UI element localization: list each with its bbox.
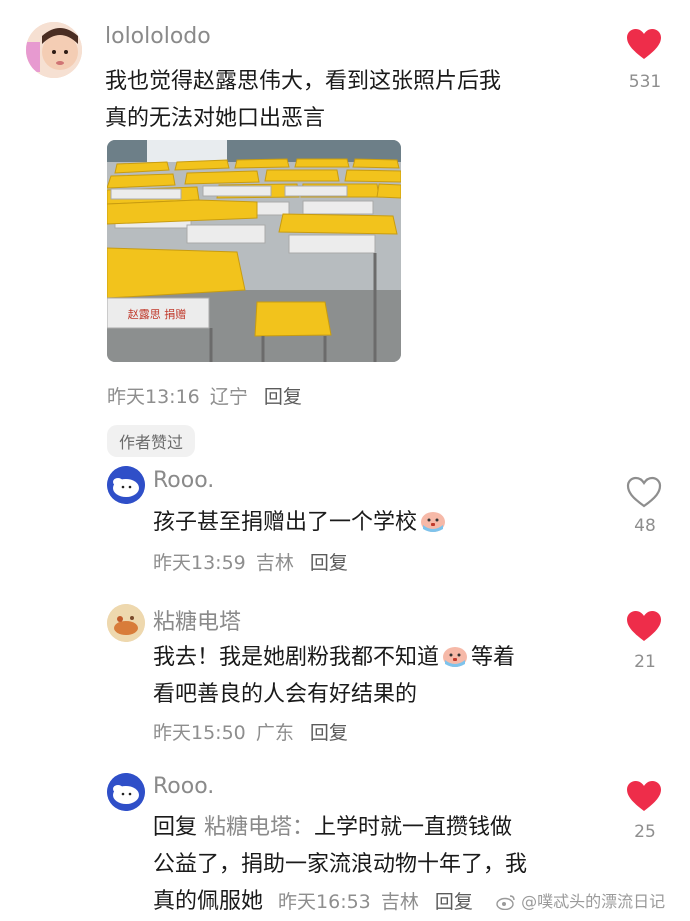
avatar[interactable] [107,466,145,504]
watermark-text: @噗忒头的漂流日记 [521,892,666,911]
comment-text-line: 真的无法对她口出恶言 [105,106,326,131]
reply-time: 昨天13:59 [153,552,246,574]
weibo-watermark: @噗忒头的漂流日记 [496,888,665,914]
cartoon-dog-avatar-image [107,773,145,811]
comment-location: 辽宁 [209,386,248,408]
reply-text-line: 看吧善良的人会有好结果的 [153,682,418,707]
reply-username[interactable]: 粘糖电塔 [153,604,241,636]
reply-text: 孩子甚至捐赠出了一个学校 [153,504,449,541]
crying-face-emoji-icon [441,643,469,667]
reply-text-line: 等着 [471,645,516,670]
heart-outline-icon [626,476,662,508]
reply-location: 吉林 [380,891,419,913]
desk-donation-label: 赵露思 捐赠 [128,307,187,321]
comment-photo[interactable]: 赵露思 捐赠 [107,140,401,362]
reply-button[interactable]: 回复 [264,386,302,408]
avatar[interactable] [107,773,145,811]
reply-time: 昨天16:53 [278,891,371,913]
comment-text: 我也觉得赵露思伟大，看到这张照片后我 真的无法对她口出恶言 [105,63,585,137]
like-count: 25 [634,822,656,842]
reply-button[interactable]: 回复 [310,552,348,574]
comment-text-line: 我也觉得赵露思伟大，看到这张照片后我 [105,69,502,94]
crying-face-emoji-icon [419,508,447,532]
reply-button[interactable]: 回复 [435,891,473,913]
reply-prefix: 回复 [153,815,198,840]
reply-location: 吉林 [255,552,294,574]
comment-time: 昨天13:16 [107,386,200,408]
like-count: 531 [628,72,662,92]
like-count: 48 [634,516,656,536]
reply-text-line: 公益了，捐助一家流浪动物十年了，我 [153,852,528,877]
reply-text-content: 孩子甚至捐赠出了一个学校 [153,510,418,535]
child-avatar-image [26,22,82,78]
drawing-avatar-image [107,604,145,642]
avatar[interactable] [107,604,145,642]
reply-username[interactable]: Rooo. [153,774,214,799]
reply-text-line: 上学时就一直攒钱做 [314,815,513,840]
reply-to-username[interactable]: 粘糖电塔： [204,815,314,840]
weibo-logo-icon [496,894,516,914]
like-count: 21 [634,652,656,672]
author-liked-badge: 作者赞过 [107,425,196,457]
comment-meta: 昨天13:16 辽宁 回复 [107,382,302,409]
reply-time: 昨天15:50 [153,722,246,744]
avatar[interactable] [26,22,82,78]
reply-text: 我去！我是她剧粉我都不知道 等着 看吧善良的人会有好结果的 [153,639,593,713]
reply-meta: 昨天13:59 吉林 回复 [153,548,348,575]
reply-meta: 昨天16:53 吉林 回复 [278,891,473,913]
like-button[interactable] [626,610,664,646]
reply-text-line: 我去！我是她剧粉我都不知道 [153,645,440,670]
cartoon-dog-avatar-image [107,466,145,504]
reply-username[interactable]: Rooo. [153,468,214,493]
heart-filled-icon [627,29,661,59]
like-button[interactable] [626,28,664,64]
like-button[interactable] [626,476,664,512]
reply-location: 广东 [255,722,294,744]
reply-button[interactable]: 回复 [310,722,348,744]
classroom-desks-image: 赵露思 捐赠 [107,140,401,362]
reply-meta: 昨天15:50 广东 回复 [153,718,348,745]
like-button[interactable] [626,780,664,816]
heart-filled-icon [627,611,661,641]
heart-filled-icon [627,781,661,811]
reply-text-line: 真的佩服她 [153,889,264,914]
comment-username[interactable]: lolololodo [105,24,211,49]
